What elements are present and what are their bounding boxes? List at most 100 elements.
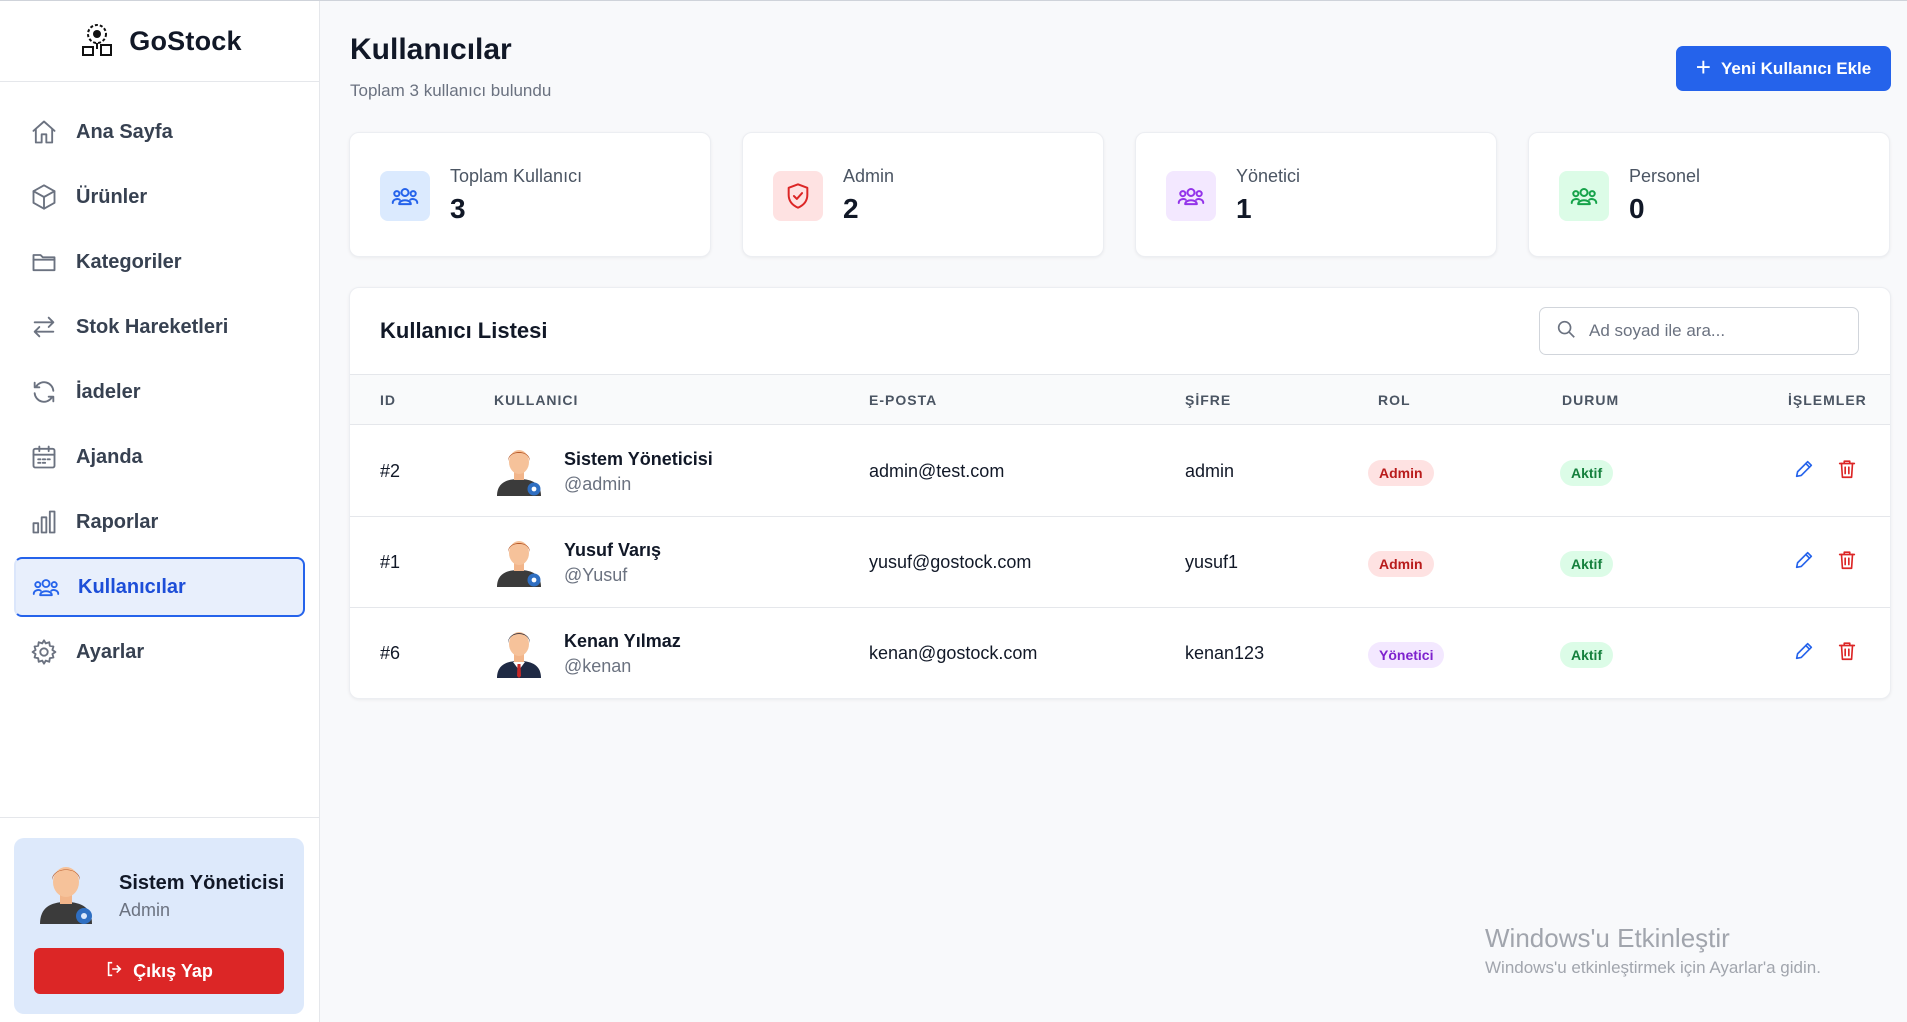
calendar-icon [30,443,58,471]
column-header-actions: İŞLEMLER [1788,392,1867,408]
plus-icon: + [1695,52,1711,82]
sidebar-item-ajanda[interactable]: Ajanda [14,427,305,487]
stat-label: Personel [1629,166,1701,186]
sidebar-item-label: Ayarlar [76,640,145,663]
sidebar: GoStock Ana Sayfa Ürünler Kategoriler St… [0,1,320,1022]
stat-value: 2 [843,193,859,224]
users-icon [1559,171,1609,221]
user-email: kenan@gostock.com [869,643,1038,663]
logout-label: Çıkış Yap [133,960,213,981]
sidebar-nav: Ana Sayfa Ürünler Kategoriler Stok Harek… [0,82,319,682]
table-header: ID KULLANICI E-POSTA ŞİFRE ROL DURUM İŞL… [350,374,1890,425]
user-password: kenan123 [1185,643,1265,663]
user-name: Kenan Yılmaz [564,631,681,651]
table-row: #1 Yusuf Varış @Yusuf yusuf@gostock.com … [350,517,1890,608]
user-handle: @kenan [564,656,632,676]
stat-card-total: Toplam Kullanıcı 3 [349,132,711,257]
shield-check-icon [773,171,823,221]
app-name: GoStock [129,25,242,56]
trash-icon[interactable] [1836,549,1860,573]
sidebar-item-ayarlar[interactable]: Ayarlar [14,622,305,682]
box-icon [30,183,58,211]
sidebar-item-stok-hareketleri[interactable]: Stok Hareketleri [14,297,305,357]
folder-icon [30,248,58,276]
sidebar-footer: Sistem Yöneticisi Admin Çıkış Yap [0,817,319,1022]
search-box[interactable] [1539,307,1859,355]
sidebar-item-label: Kategoriler [76,250,182,273]
users-icon [380,171,430,221]
stat-label: Toplam Kullanıcı [450,166,583,186]
trash-icon[interactable] [1836,640,1860,664]
trash-icon[interactable] [1836,458,1860,482]
stat-value: 3 [450,193,466,224]
sidebar-item-label: Ajanda [76,445,143,468]
windows-activation-subtitle: Windows'u etkinleştirmek için Ayarlar'a … [1485,958,1821,977]
gostock-logo-icon [77,19,117,64]
stat-card-manager: Yönetici 1 [1135,132,1497,257]
sidebar-item-label: İadeler [76,380,141,403]
user-email: admin@test.com [869,461,1005,481]
logout-button[interactable]: Çıkış Yap [34,948,284,994]
sidebar-item-raporlar[interactable]: Raporlar [14,492,305,552]
stat-card-staff: Personel 0 [1528,132,1890,257]
current-user-card: Sistem Yöneticisi Admin Çıkış Yap [14,838,304,1014]
avatar [34,858,98,928]
column-header-status: DURUM [1562,392,1620,408]
user-handle: @Yusuf [564,565,628,585]
search-input[interactable] [1589,321,1839,341]
table-row: #2 Sistem Yöneticisi @admin admin@test.c… [350,426,1890,517]
role-badge: Admin [1368,460,1434,486]
table-row: #6 Kenan Yılmaz @kenan kenan@gostock.com… [350,608,1890,698]
current-user-name: Sistem Yöneticisi [119,872,285,894]
add-user-label: Yeni Kullanıcı Ekle [1720,58,1872,78]
user-list-card: Kullanıcı Listesi ID KULLANICI E-POSTA Ş… [349,287,1891,699]
user-handle: @admin [564,474,632,494]
column-header-email: E-POSTA [869,392,938,408]
column-header-id: ID [380,392,396,408]
stat-card-admin: Admin 2 [742,132,1104,257]
logout-icon [105,960,123,983]
home-icon [30,118,58,146]
user-id: #1 [380,552,401,572]
status-badge: Aktif [1560,551,1614,577]
column-header-role: ROL [1378,392,1411,408]
bar-chart-icon [30,508,58,536]
sidebar-item-ana-sayfa[interactable]: Ana Sayfa [14,102,305,162]
search-icon [1555,318,1577,345]
admin-avatar-icon [494,535,544,589]
refresh-icon [30,378,58,406]
edit-icon[interactable] [1793,640,1817,664]
status-badge: Aktif [1560,642,1614,668]
sidebar-item-label: Kullanıcılar [78,575,186,598]
sidebar-item-iadeler[interactable]: İadeler [14,362,305,422]
sidebar-item-label: Raporlar [76,510,159,533]
user-id: #2 [380,461,401,481]
users-icon [1166,171,1216,221]
stat-value: 0 [1629,193,1645,224]
user-list-title: Kullanıcı Listesi [380,318,548,343]
stat-label: Yönetici [1236,166,1301,186]
add-user-button[interactable]: + Yeni Kullanıcı Ekle [1676,46,1891,91]
stat-label: Admin [843,166,895,186]
user-email: yusuf@gostock.com [869,552,1032,572]
admin-avatar-icon [494,444,544,498]
edit-icon[interactable] [1793,549,1817,573]
windows-activation-title: Windows'u Etkinleştir [1485,923,1730,953]
user-password: yusuf1 [1185,552,1239,572]
status-badge: Aktif [1560,460,1614,486]
stat-value: 1 [1236,193,1252,224]
sidebar-item-urunler[interactable]: Ürünler [14,167,305,227]
page-subtitle: Toplam 3 kullanıcı bulundu [350,81,552,100]
column-header-password: ŞİFRE [1185,392,1232,408]
sidebar-item-kategoriler[interactable]: Kategoriler [14,232,305,292]
edit-icon[interactable] [1793,458,1817,482]
sidebar-item-label: Ürünler [76,185,148,208]
users-icon [32,573,60,601]
sidebar-item-label: Ana Sayfa [76,120,173,143]
current-user-role: Admin [119,900,171,920]
manager-avatar-icon [494,626,544,680]
user-id: #6 [380,643,401,663]
brand[interactable]: GoStock [0,1,319,82]
arrows-icon [30,313,58,341]
sidebar-item-kullanicilar[interactable]: Kullanıcılar [14,557,305,617]
